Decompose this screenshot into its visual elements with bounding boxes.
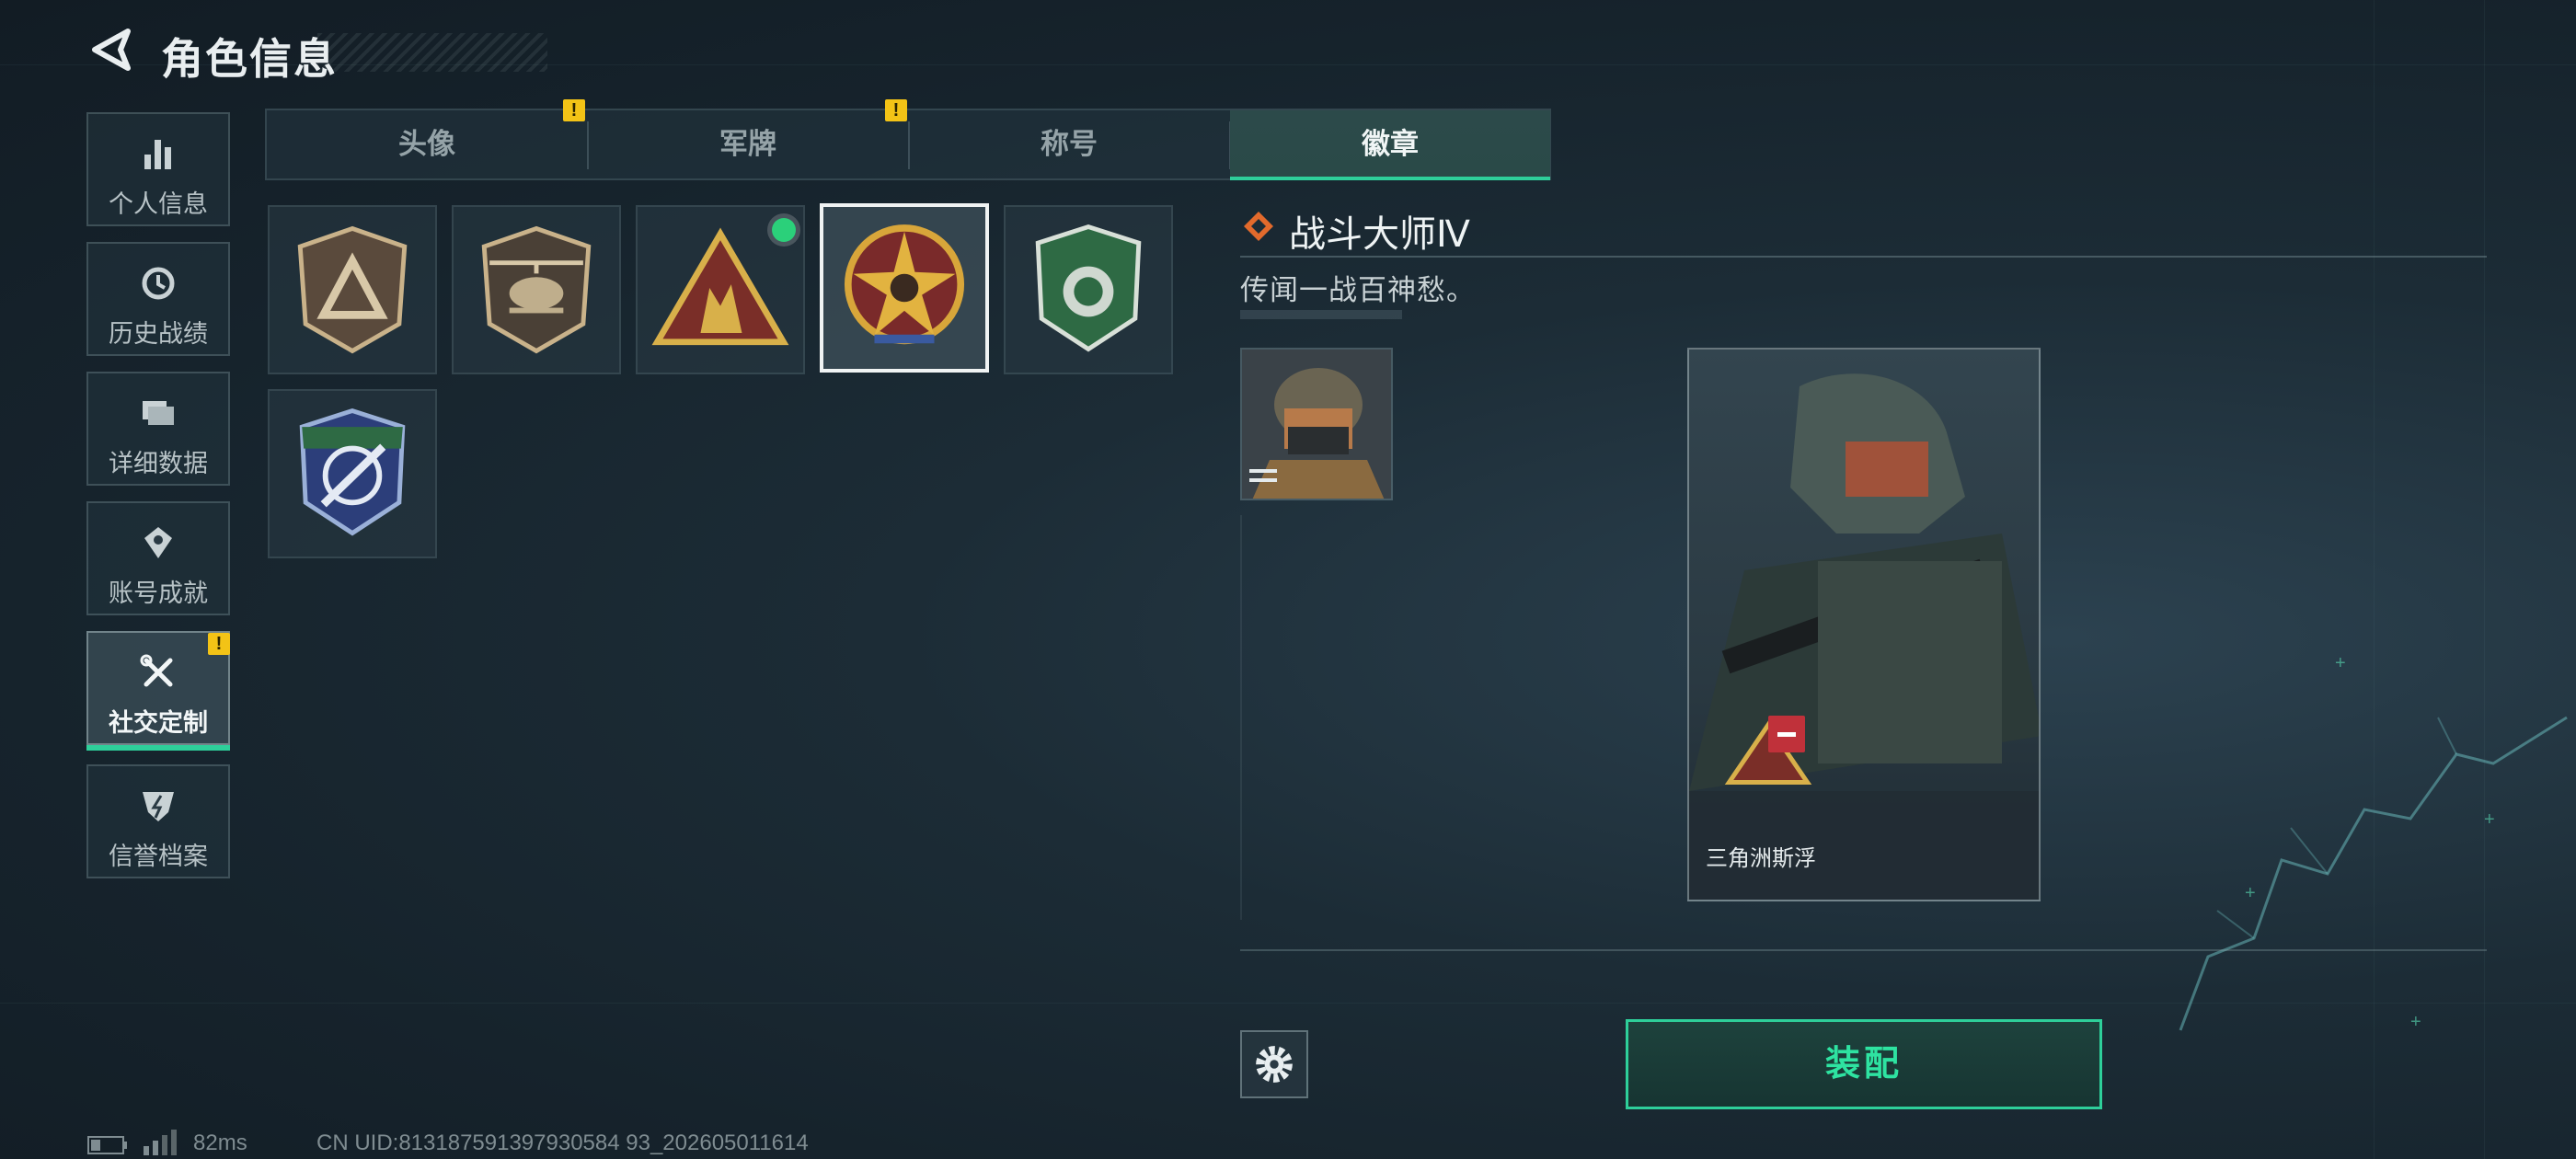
history-icon bbox=[142, 267, 175, 300]
header-stripes bbox=[317, 33, 547, 72]
page-title: 角色信息 bbox=[161, 35, 338, 83]
sidebar-item-achievements[interactable]: 账号成就 bbox=[86, 501, 230, 615]
credit-icon bbox=[143, 792, 174, 821]
badge-cell-blue-sniper[interactable] bbox=[268, 389, 437, 558]
combat-master-star-badge-icon bbox=[844, 224, 965, 345]
sidebar-item-social-custom[interactable]: 社交定制 ! bbox=[86, 631, 230, 751]
sidebar-item-credit-file[interactable]: 信誉档案 bbox=[86, 764, 230, 878]
active-indicator bbox=[1230, 177, 1550, 180]
blue-sniper-badge-icon bbox=[299, 407, 406, 536]
remove-badge-button[interactable] bbox=[1768, 716, 1805, 752]
divider bbox=[1240, 515, 1242, 920]
sparkle-icon: + bbox=[2335, 653, 2346, 673]
sidebar-item-detail-data[interactable]: 详细数据 bbox=[86, 372, 230, 486]
helicopter-badge-icon bbox=[481, 225, 592, 354]
lightning-decoration bbox=[2179, 716, 2568, 1031]
badge-cell-helicopter[interactable] bbox=[452, 205, 621, 374]
triangle-shield-badge-icon bbox=[297, 225, 408, 354]
sidebar-item-label: 信誉档案 bbox=[109, 843, 208, 870]
signal-icon bbox=[144, 1130, 177, 1155]
sidebar-item-history[interactable]: 历史战绩 bbox=[86, 242, 230, 356]
player-card-preview: 三角洲斯浮 bbox=[1687, 348, 2041, 901]
green-shield-badge-icon bbox=[1035, 224, 1142, 352]
divider bbox=[1240, 949, 2487, 951]
gear-icon bbox=[1256, 1046, 1293, 1083]
alert-badge: ! bbox=[563, 99, 585, 121]
sidebar-item-label: 个人信息 bbox=[109, 190, 208, 218]
settings-button[interactable] bbox=[1240, 1030, 1308, 1098]
sidebar-item-personal-info[interactable]: 个人信息 bbox=[86, 112, 230, 226]
tools-icon bbox=[140, 654, 173, 687]
back-arrow-icon[interactable] bbox=[87, 26, 135, 74]
bar-chart-icon bbox=[144, 140, 171, 169]
rank-diamond-icon bbox=[1244, 212, 1273, 241]
battery-icon bbox=[87, 1136, 127, 1154]
tab-badge[interactable]: 徽章 bbox=[1230, 110, 1550, 180]
progress-track bbox=[1240, 310, 1402, 319]
tab-label: 称号 bbox=[1041, 128, 1098, 160]
tab-title[interactable]: 称号 bbox=[909, 110, 1229, 178]
achievement-icon bbox=[144, 527, 172, 558]
alert-badge: ! bbox=[208, 633, 230, 655]
page-header: 角色信息 bbox=[87, 20, 547, 85]
sidebar-item-label: 账号成就 bbox=[109, 580, 208, 607]
player-name: 三角洲斯浮 bbox=[1706, 846, 1816, 871]
tab-label: 徽章 bbox=[1362, 128, 1419, 160]
soldier-portrait-icon bbox=[1242, 350, 1391, 499]
sidebar-item-label: 详细数据 bbox=[109, 450, 208, 477]
user-uid: CN UID:813187591397930584 93_20260501161… bbox=[316, 1130, 809, 1155]
sidebar-item-label: 历史战绩 bbox=[109, 320, 208, 348]
equipped-indicator bbox=[772, 218, 796, 242]
tab-label: 头像 bbox=[398, 128, 455, 160]
alert-badge: ! bbox=[885, 99, 907, 121]
badge-title: 战斗大师Ⅳ bbox=[1289, 214, 1470, 255]
tab-label: 军牌 bbox=[719, 128, 776, 160]
equip-button[interactable]: 装配 bbox=[1626, 1019, 2102, 1109]
badge-cell-green-shield[interactable] bbox=[1004, 205, 1173, 374]
badge-cell-squad-triangle[interactable] bbox=[636, 205, 805, 374]
card-name-strip: 三角洲斯浮 bbox=[1689, 791, 2039, 900]
tab-avatar[interactable]: 头像 bbox=[267, 110, 587, 178]
folder-icon bbox=[143, 401, 174, 425]
active-indicator bbox=[86, 745, 230, 751]
tab-bar: 头像 军牌 称号 徽章 bbox=[265, 109, 1551, 180]
latency-readout: 82ms bbox=[193, 1130, 247, 1155]
tab-dogtag[interactable]: 军牌 bbox=[588, 110, 908, 178]
badge-cell-combat-master[interactable] bbox=[820, 203, 989, 373]
player-avatar[interactable] bbox=[1240, 348, 1393, 500]
badge-description: 传闻一战百神愁。 bbox=[1240, 274, 1476, 306]
sidebar-item-label: 社交定制 bbox=[109, 709, 208, 737]
badge-cell-triangle-shield[interactable] bbox=[268, 205, 437, 374]
divider bbox=[1240, 256, 2487, 258]
